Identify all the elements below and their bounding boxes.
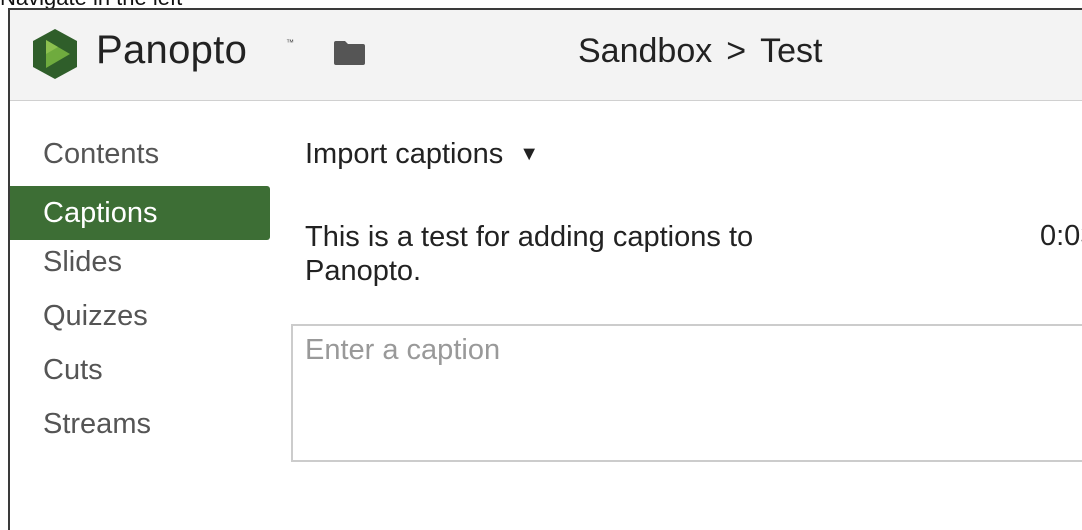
caption-entry-time[interactable]: 0:03	[1040, 220, 1082, 253]
caption-entry-text[interactable]: This is a test for adding captions to Pa…	[305, 220, 865, 288]
sidebar-item-streams[interactable]: Streams	[10, 402, 270, 456]
trademark-mark: ™	[286, 38, 294, 47]
header: Panopto ™ Sandbox > Test	[10, 10, 1082, 101]
import-captions-label: Import captions	[305, 138, 504, 170]
sidebar-item-quizzes[interactable]: Quizzes	[10, 294, 270, 348]
app-window: Panopto ™ Sandbox > Test Contents Captions…	[8, 8, 1082, 530]
breadcrumb-current: Test	[760, 32, 823, 70]
sidebar-item-contents[interactable]: Contents	[10, 132, 270, 186]
import-captions-dropdown[interactable]: Import captions ▼	[305, 138, 539, 171]
sidebar-item-captions[interactable]: Captions	[10, 186, 270, 240]
triangle-down-icon: ▼	[519, 143, 540, 165]
breadcrumb-parent[interactable]: Sandbox	[578, 32, 712, 70]
folder-icon[interactable]	[333, 40, 366, 66]
panopto-logo-icon[interactable]	[28, 27, 82, 81]
sidebar-item-cuts[interactable]: Cuts	[10, 348, 270, 402]
sidebar-nav: Contents Captions Slides Quizzes Cuts St…	[10, 132, 270, 456]
caption-input[interactable]	[291, 324, 1082, 462]
brand-name[interactable]: Panopto	[96, 28, 247, 73]
breadcrumb-separator: >	[726, 32, 747, 70]
breadcrumb: Sandbox > Test	[578, 32, 822, 71]
sidebar-item-slides[interactable]: Slides	[10, 240, 270, 294]
